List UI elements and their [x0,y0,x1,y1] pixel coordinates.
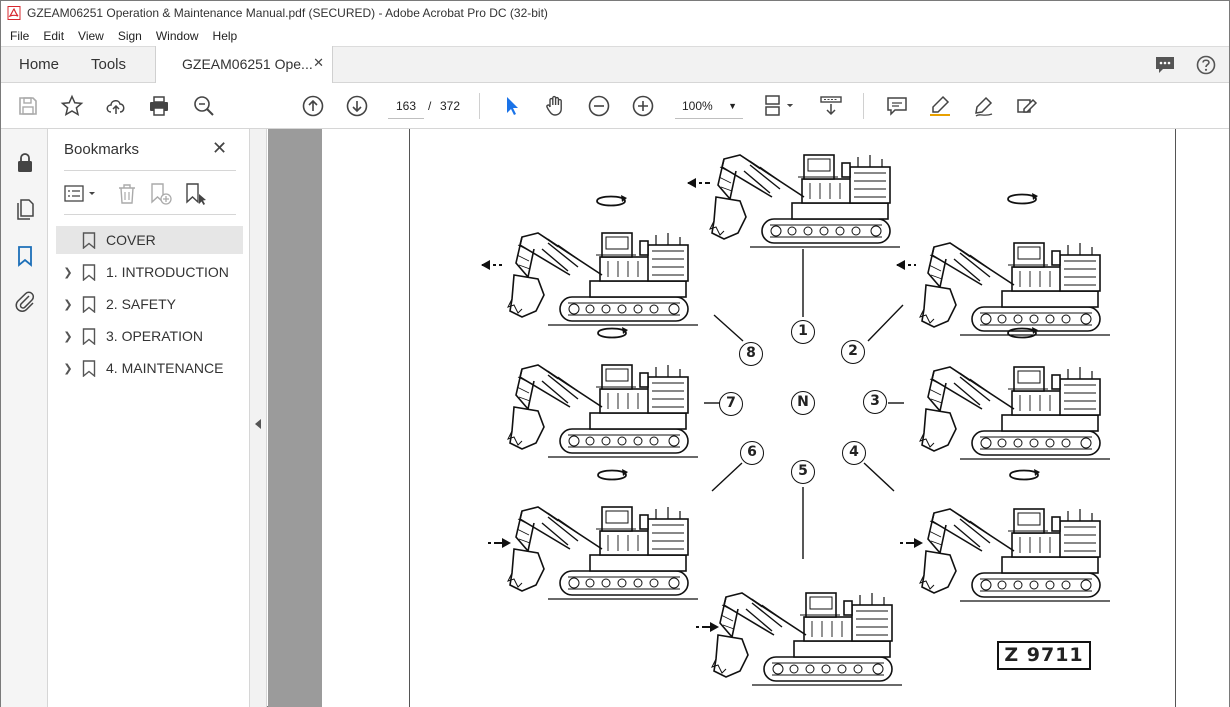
bookmarks-title: Bookmarks [64,141,140,158]
menu-file[interactable]: File [1,29,36,43]
menu-view[interactable]: View [71,29,111,43]
position-label: 4 [842,441,866,465]
edit-stamp-icon[interactable] [1015,94,1039,118]
chevron-right-icon[interactable]: ❯ [56,266,80,279]
page-separator: / [428,99,432,113]
bookmarks-panel: Bookmarks ✕ COVER ❯ 1. INTRODUCTION ❯ 2.… [48,129,249,707]
bookmark-item-introduction[interactable]: ❯ 1. INTRODUCTION [56,258,243,286]
bookmark-icon [82,263,96,281]
chevron-right-icon[interactable]: ❯ [56,298,80,311]
print-icon[interactable] [147,94,171,118]
main-toolbar: 163 / 372 100% ▼ [1,83,1229,129]
tab-document[interactable]: GZEAM06251 Ope... ✕ [155,46,333,84]
delete-bookmark-icon[interactable] [116,182,138,206]
next-page-icon[interactable] [345,94,369,118]
tab-bar: Home Tools GZEAM06251 Ope... ✕ [1,46,1229,84]
comment-icon[interactable] [1154,55,1176,75]
zoom-search-icon[interactable] [192,94,216,118]
position-label: 1 [791,320,815,344]
previous-page-icon[interactable] [301,94,325,118]
bookmark-panel-icon[interactable] [13,244,37,268]
panel-divider [64,214,236,215]
collapse-panel-icon[interactable] [255,419,261,429]
position-label: 8 [739,342,763,366]
position-label: 7 [719,392,743,416]
page-total: 372 [440,99,461,113]
menu-sign[interactable]: Sign [111,29,149,43]
neutral-label: N [791,391,815,415]
title-bar: GZEAM06251 Operation & Maintenance Manua… [1,1,1229,25]
toolbar-divider [479,93,480,119]
position-label: 3 [863,390,887,414]
tab-tools[interactable]: Tools [91,56,126,73]
pdf-page: 1 2 3 4 5 6 7 8 N Z 9711 [409,129,1176,707]
page-thumbnails-icon[interactable] [13,197,37,221]
zoom-level-value: 100% [682,99,713,113]
menu-bar: File Edit View Sign Window Help [1,25,1229,46]
bookmark-label: 3. OPERATION [106,328,203,344]
bookmark-item-safety[interactable]: ❯ 2. SAFETY [56,290,243,318]
menu-edit[interactable]: Edit [36,29,71,43]
bookmark-icon [82,231,96,249]
chevron-down-icon: ▼ [728,101,737,111]
zoom-in-icon[interactable] [631,94,655,118]
bookmark-label: 2. SAFETY [106,296,177,312]
position-label: 5 [791,460,815,484]
find-bookmark-icon[interactable] [184,182,208,206]
hand-tool-icon[interactable] [543,94,567,118]
bookmark-icon [82,327,96,345]
attachment-icon[interactable] [13,289,37,313]
bookmark-tools [64,181,236,207]
figure-code: Z 9711 [997,641,1091,670]
bookmark-item-operation[interactable]: ❯ 3. OPERATION [56,322,243,350]
menu-window[interactable]: Window [149,29,206,43]
document-view[interactable]: 1 2 3 4 5 6 7 8 N Z 9711 [322,129,1229,707]
page-view-icon[interactable] [763,94,797,118]
panel-divider [64,170,236,171]
page-number-input[interactable]: 163 [388,93,424,119]
bookmark-label: 1. INTRODUCTION [106,264,229,280]
position-label: 6 [740,441,764,465]
highlight-icon[interactable] [928,94,952,118]
zoom-level-select[interactable]: 100% ▼ [675,93,743,119]
bookmark-item-maintenance[interactable]: ❯ 4. MAINTENANCE [56,354,243,382]
chevron-right-icon[interactable]: ❯ [56,330,80,343]
panel-splitter[interactable] [249,129,267,707]
bookmark-label: 4. MAINTENANCE [106,360,224,376]
options-menu-icon[interactable] [64,183,100,205]
tab-home[interactable]: Home [19,56,59,73]
draw-pen-icon[interactable] [972,94,996,118]
add-comment-icon[interactable] [885,94,909,118]
position-label: 2 [841,340,865,364]
help-icon[interactable] [1195,55,1217,75]
upload-cloud-icon[interactable] [104,94,128,118]
acrobat-icon [7,6,21,20]
zoom-out-icon[interactable] [587,94,611,118]
scroll-mode-icon[interactable] [819,94,843,118]
star-icon[interactable] [60,94,84,118]
new-bookmark-icon[interactable] [149,182,173,206]
bookmark-icon [82,359,96,377]
select-cursor-icon[interactable] [500,94,524,118]
excavator-operation-diagram [481,154,1111,686]
bookmark-icon [82,295,96,313]
navigation-rail [1,129,48,707]
window-title: GZEAM06251 Operation & Maintenance Manua… [27,6,548,20]
bookmark-item-cover[interactable]: COVER [56,226,243,254]
bookmark-label: COVER [106,232,156,248]
menu-help[interactable]: Help [206,29,245,43]
close-panel-icon[interactable]: ✕ [212,138,227,159]
save-icon[interactable] [16,94,40,118]
tab-document-label: GZEAM06251 Ope... [182,56,313,72]
close-tab-icon[interactable]: ✕ [313,55,324,71]
chevron-right-icon[interactable]: ❯ [56,362,80,375]
toolbar-divider [863,93,864,119]
document-gutter [268,129,322,707]
lock-icon[interactable] [13,151,37,175]
